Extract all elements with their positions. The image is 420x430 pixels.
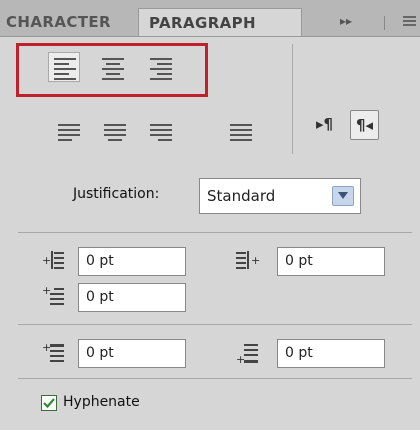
- panel-tab-bar: CHARACTER PARAGRAPH ▸▸: [0, 0, 420, 37]
- space-after-field[interactable]: 0 pt: [277, 339, 385, 368]
- section-divider-2: [18, 324, 412, 325]
- justification-value: Standard: [207, 187, 276, 205]
- align-center-icon[interactable]: [98, 54, 128, 82]
- justify-all-icon[interactable]: [226, 120, 256, 148]
- expand-panel-button[interactable]: ▸▸: [340, 14, 352, 28]
- tab-separator: [384, 16, 385, 30]
- justification-label: Justification:: [73, 186, 160, 202]
- left-indent-icon: +: [42, 249, 64, 271]
- hyphenate-checkbox[interactable]: [41, 395, 57, 411]
- section-divider-1: [18, 232, 412, 233]
- align-left-icon[interactable]: [50, 54, 80, 82]
- justification-select[interactable]: Standard: [199, 178, 361, 214]
- justify-last-center-icon[interactable]: [100, 120, 130, 148]
- right-indent-icon: +: [236, 249, 260, 271]
- first-line-indent-field[interactable]: 0 pt: [78, 283, 186, 312]
- justify-last-left-icon[interactable]: [54, 120, 84, 148]
- tab-character[interactable]: CHARACTER: [0, 8, 138, 36]
- alignment-divider: [292, 44, 293, 154]
- section-divider-3: [18, 378, 412, 379]
- checkmark-icon: [43, 398, 55, 409]
- align-right-icon[interactable]: [146, 54, 176, 82]
- left-indent-field[interactable]: 0 pt: [78, 247, 186, 276]
- space-before-icon: +: [42, 342, 64, 364]
- chevron-down-icon[interactable]: [332, 186, 354, 206]
- right-indent-field[interactable]: 0 pt: [277, 247, 385, 276]
- first-line-indent-icon: +: [42, 285, 64, 307]
- panel-menu-icon[interactable]: [403, 16, 416, 27]
- right-to-left-button[interactable]: ¶◂: [350, 110, 380, 140]
- tab-paragraph[interactable]: PARAGRAPH: [138, 8, 302, 36]
- hyphenate-label: Hyphenate: [63, 394, 140, 410]
- space-after-icon: +: [236, 342, 258, 365]
- space-before-field[interactable]: 0 pt: [78, 339, 186, 368]
- justify-last-right-icon[interactable]: [146, 120, 176, 148]
- left-to-right-button[interactable]: ▸¶: [316, 110, 333, 138]
